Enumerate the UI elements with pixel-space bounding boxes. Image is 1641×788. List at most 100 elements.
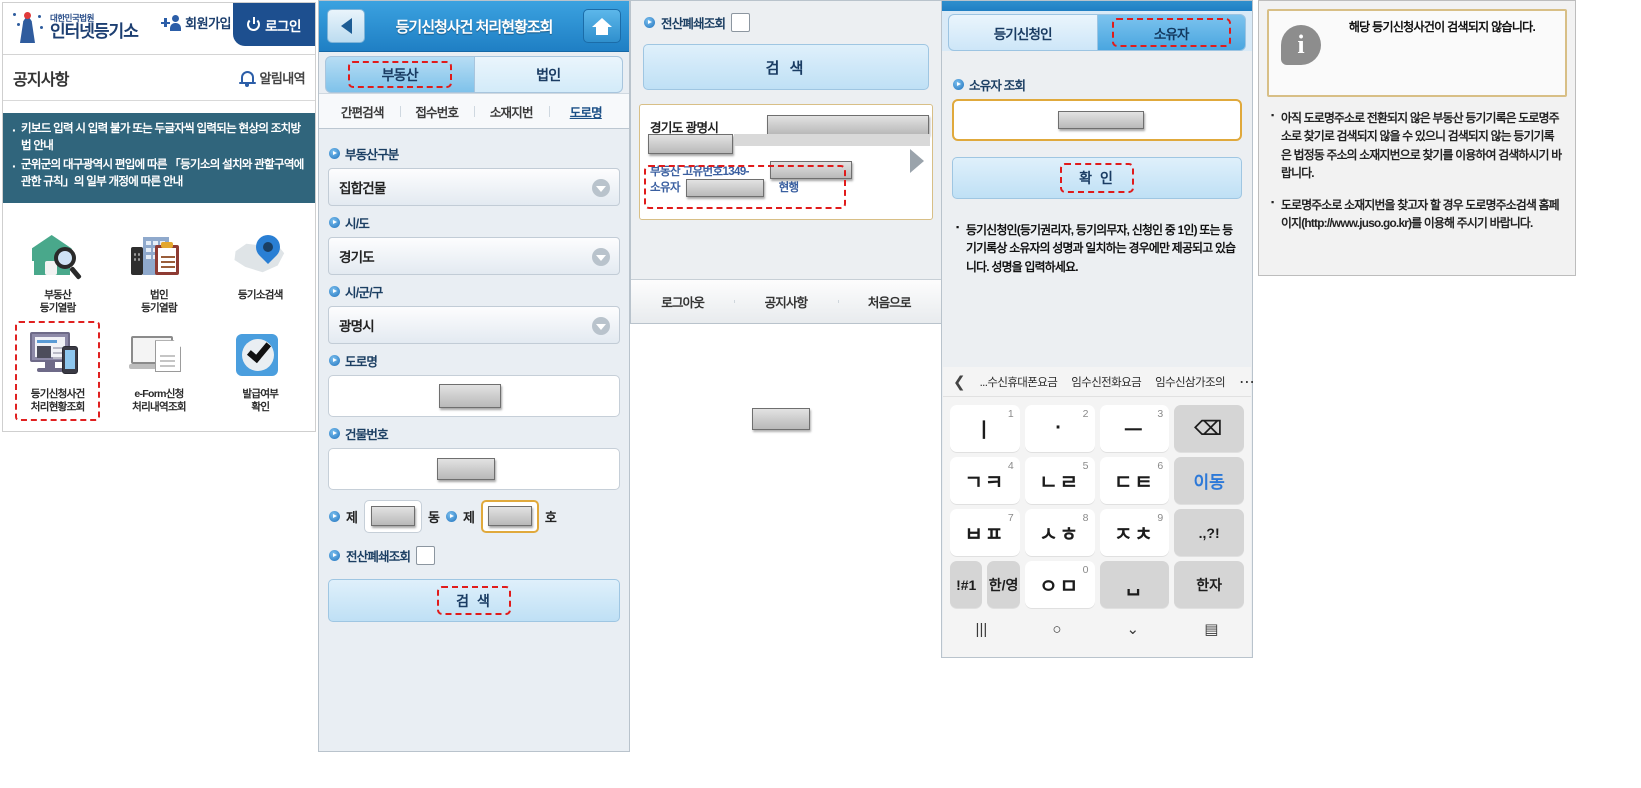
key-label: ㅣ <box>974 420 996 442</box>
menu-label: 부동산 등기열람 <box>39 289 77 315</box>
menu-item-application-status[interactable]: 등기신청사건 처리현황조회 <box>7 321 108 421</box>
highlight-outline <box>437 586 511 615</box>
key-label: ㅂㅍ <box>964 524 1006 546</box>
tab-applicant[interactable]: 등기신청인 <box>948 14 1098 51</box>
select-property-type[interactable]: 집합건물 <box>328 168 620 206</box>
field-label: 시/도 <box>345 217 370 231</box>
menu-item-corporate-registry[interactable]: 법인 등기열람 <box>108 222 209 319</box>
suggestion-item[interactable]: ...수신휴대폰요금 <box>980 374 1058 390</box>
result-card[interactable]: 경기도 광명시 부동산 고유번호1349- 소유자 현행 <box>639 104 933 220</box>
backspace-key[interactable]: ⌫ <box>1174 405 1244 452</box>
home-button[interactable] <box>583 9 621 43</box>
key-ng-m[interactable]: 0 ㅇㅁ <box>1024 561 1095 608</box>
check-badge-icon <box>230 326 290 384</box>
punctuation-key[interactable]: .,?! <box>1174 509 1244 556</box>
recents-button[interactable]: ||| <box>976 621 988 638</box>
screenshot-root: 대한민국법원 인터넷등기소 회원가입 로그인 공지사항 알림내역 · 키보드 입… <box>0 0 1641 788</box>
home-icon <box>592 17 612 35</box>
redaction-mask <box>752 408 810 430</box>
suggest-back-chevron-icon[interactable]: ❮ <box>953 373 966 391</box>
subtab-road-name[interactable]: 도로명 <box>548 102 624 121</box>
notice-title: 공지사항 <box>13 71 69 89</box>
tab-real-estate[interactable]: 부동산 <box>325 56 475 93</box>
subtab-simple-search[interactable]: 간편검색 <box>325 102 400 121</box>
site-logo[interactable]: 대한민국법원 인터넷등기소 <box>11 9 139 45</box>
footer-notice[interactable]: 공지사항 <box>734 292 837 311</box>
key-eu[interactable]: 3ㅡ <box>1099 405 1170 452</box>
owner-confirm-button[interactable]: 확 인 <box>952 157 1242 199</box>
key-label: ㅅㅎ <box>1039 524 1081 546</box>
back-button[interactable] <box>327 9 365 43</box>
key-dot[interactable]: 2 · <box>1024 405 1095 452</box>
results-search-button[interactable]: 검 색 <box>643 44 929 90</box>
notice-item[interactable]: 군위군의 대구광역시 편입에 따른 「등기소의 설치와 관할구역에 관한 규칙」… <box>12 156 306 192</box>
form-header-title: 등기신청사건 처리현황조회 <box>395 18 554 36</box>
suggestion-item[interactable]: 임수신전화요금 <box>1071 374 1141 390</box>
input-owner-name[interactable] <box>952 99 1242 141</box>
suggestion-item[interactable]: 임수신삼가조의 <box>1155 374 1225 390</box>
input-dong[interactable] <box>363 500 422 533</box>
menu-item-real-estate-registry[interactable]: 부동산 등기열람 <box>7 222 108 319</box>
key-pair-symbols-language: !#1 한/영 <box>950 561 1020 608</box>
input-building-number[interactable] <box>328 448 620 490</box>
key-i[interactable]: 1ㅣ <box>950 405 1020 452</box>
tab-corporate[interactable]: 법인 <box>474 56 623 93</box>
closed-registry-checkbox[interactable] <box>416 546 436 565</box>
bell-icon <box>238 69 256 87</box>
notice-item[interactable]: 키보드 입력 시 입력 불가 또는 두글자씩 입력되는 현상의 조치방법 안내 <box>12 120 306 156</box>
input-ho[interactable] <box>480 500 539 533</box>
key-s-h[interactable]: 8 ㅅㅎ <box>1024 509 1095 556</box>
key-b-p[interactable]: 7 ㅂㅍ <box>950 509 1020 556</box>
owner-lookup-panel: 등기신청인 소유자 소유자 조회 확 인 등기신청인(등기권리자, 등기의무자,… <box>941 0 1256 658</box>
closed-registry-label: 전산폐쇄조회 <box>661 17 726 31</box>
tab-label: 법인 <box>536 66 561 83</box>
subtab-lot-address[interactable]: 소재지번 <box>474 102 549 121</box>
move-key[interactable]: 이동 <box>1174 457 1244 504</box>
key-g-k[interactable]: 4 ㄱㅋ <box>950 457 1020 504</box>
suggest-more-icon[interactable]: ⋯ <box>1239 372 1256 392</box>
house-search-icon <box>28 227 88 285</box>
alarm-button[interactable]: 알림내역 <box>238 68 306 87</box>
closed-registry-label: 전산폐쇄조회 <box>346 550 411 564</box>
symbols-key[interactable]: !#1 <box>950 561 983 608</box>
login-label: 로그인 <box>265 18 301 34</box>
form-search-button[interactable]: 검 색 <box>328 579 620 622</box>
menu-item-eform-history[interactable]: e-Form신청 처리내역조회 <box>108 321 209 418</box>
alert-box: i 해당 등기신청사건이 검색되지 않습니다. <box>1267 9 1567 97</box>
bullet-icon <box>329 286 340 297</box>
select-sido[interactable]: 경기도 <box>328 237 620 275</box>
backspace-icon: ⌫ <box>1193 418 1225 440</box>
court-emblem-icon <box>11 9 45 45</box>
tab-owner[interactable]: 소유자 <box>1097 14 1246 51</box>
field-label: 도로명 <box>345 355 378 369</box>
menu-item-issuance-check[interactable]: 발급여부 확인 <box>210 321 311 418</box>
menu-item-office-search[interactable]: 등기소검색 <box>210 222 311 319</box>
footer-home[interactable]: 처음으로 <box>837 292 941 311</box>
key-j-ch[interactable]: 9 ㅈㅊ <box>1099 509 1170 556</box>
label-sido: 시/도 <box>329 213 620 232</box>
home-button[interactable]: ○ <box>1052 621 1061 638</box>
section-label: 소유자 조회 <box>969 79 1026 93</box>
footer-logout[interactable]: 로그아웃 <box>631 292 734 311</box>
select-value: 집합건물 <box>339 181 386 196</box>
select-sigungu[interactable]: 광명시 <box>328 306 620 344</box>
bullet-icon <box>953 79 964 90</box>
login-button[interactable]: 로그인 <box>233 3 315 46</box>
hide-keyboard-button[interactable]: ⌄ <box>1127 620 1140 638</box>
input-road-name[interactable] <box>328 375 620 417</box>
closed-registry-checkbox[interactable] <box>731 13 751 32</box>
space-key[interactable]: ␣ <box>1099 561 1170 608</box>
hanja-key[interactable]: 한자 <box>1174 561 1244 608</box>
select-value: 광명시 <box>339 319 375 334</box>
signup-button[interactable]: 회원가입 <box>161 13 231 32</box>
subtab-receipt-number[interactable]: 접수번호 <box>399 102 475 121</box>
key-label: 이동 <box>1193 473 1225 492</box>
key-number: 6 <box>1157 460 1164 472</box>
chevron-right-icon[interactable] <box>910 149 924 173</box>
key-n-r[interactable]: 5 ㄴㄹ <box>1024 457 1095 504</box>
key-d-t[interactable]: 6 ㄷㅌ <box>1099 457 1170 504</box>
search-label: 검 색 <box>765 59 807 77</box>
bullet-icon <box>445 511 457 522</box>
keyboard-switch-button[interactable]: ▤ <box>1204 620 1218 638</box>
language-key[interactable]: 한/영 <box>987 561 1020 608</box>
